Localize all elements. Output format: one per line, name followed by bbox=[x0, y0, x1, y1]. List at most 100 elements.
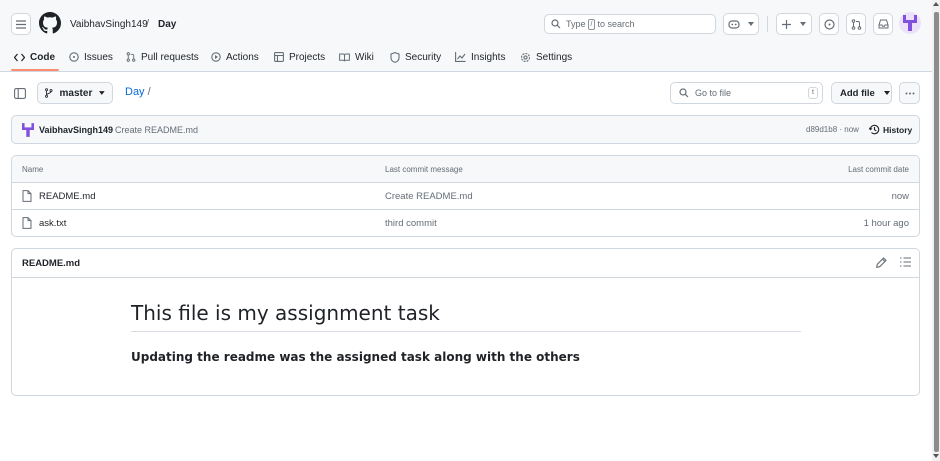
file-table-header: Name Last commit message Last commit dat… bbox=[12, 156, 919, 183]
app-header: VaibhavSingh149 / Day Type / to search C… bbox=[0, 0, 932, 72]
sidebar-expand-icon bbox=[14, 87, 26, 99]
tab-pull-requests[interactable]: Pull requests bbox=[126, 48, 199, 66]
copilot-button[interactable] bbox=[723, 13, 759, 35]
hamburger-icon bbox=[16, 19, 26, 29]
search-icon bbox=[679, 88, 689, 98]
go-to-file-shortcut-key: t bbox=[808, 87, 818, 99]
chevron-down-icon bbox=[748, 22, 754, 26]
play-icon bbox=[211, 52, 221, 62]
history-label: History bbox=[883, 124, 913, 135]
tab-label: Security bbox=[405, 51, 442, 63]
tab-projects[interactable]: Projects bbox=[274, 48, 325, 66]
search-icon bbox=[551, 19, 561, 29]
global-bar: VaibhavSingh149 / Day Type / to search bbox=[0, 8, 932, 40]
pull-request-icon bbox=[126, 52, 136, 62]
table-icon bbox=[274, 52, 284, 62]
tab-settings[interactable]: Settings bbox=[520, 48, 572, 66]
file-name-link[interactable]: ask.txt bbox=[39, 218, 66, 229]
commit-sha-time[interactable]: d89d1b8 · now bbox=[806, 125, 859, 134]
table-row[interactable]: ask.txt third commit 1 hour ago bbox=[12, 210, 919, 236]
file-table: Name Last commit message Last commit dat… bbox=[11, 155, 920, 237]
pencil-icon[interactable] bbox=[876, 257, 887, 268]
readme-heading: This file is my assignment task bbox=[131, 301, 801, 332]
divider bbox=[767, 16, 768, 32]
chevron-down-icon bbox=[800, 22, 806, 26]
file-icon bbox=[22, 190, 32, 202]
tab-code[interactable]: Code bbox=[14, 48, 55, 66]
your-pull-requests-button[interactable] bbox=[846, 13, 866, 35]
tab-label: Issues bbox=[84, 51, 113, 63]
repo-link[interactable]: Day bbox=[158, 19, 176, 30]
readme-panel: README.md This file is my assignment tas… bbox=[11, 248, 920, 396]
go-to-file-placeholder: Go to file bbox=[695, 88, 732, 98]
owner-link[interactable]: VaibhavSingh149 bbox=[70, 19, 148, 30]
file-tree-toggle-button[interactable] bbox=[10, 84, 30, 102]
user-avatar[interactable] bbox=[899, 12, 921, 34]
tab-label: Insights bbox=[471, 51, 506, 63]
column-last-commit-date: Last commit date bbox=[848, 165, 909, 174]
repo-nav: Code Issues Pull requests Actions Projec… bbox=[0, 42, 932, 72]
more-options-button[interactable] bbox=[899, 82, 920, 104]
plus-icon bbox=[782, 19, 791, 29]
chevron-down-icon bbox=[99, 91, 105, 95]
commit-message-link[interactable]: Create README.md bbox=[115, 125, 198, 135]
shield-icon bbox=[390, 51, 400, 63]
commit-author-link[interactable]: VaibhavSingh149 bbox=[39, 125, 113, 135]
tab-issues[interactable]: Issues bbox=[69, 48, 113, 66]
tab-security[interactable]: Security bbox=[390, 48, 441, 66]
inbox-icon bbox=[878, 19, 888, 29]
github-logo-icon[interactable] bbox=[39, 12, 61, 34]
issue-icon bbox=[823, 18, 835, 30]
readme-title-link[interactable]: README.md bbox=[22, 258, 80, 269]
path-repo-link[interactable]: Day bbox=[125, 86, 145, 98]
add-file-label: Add file bbox=[840, 87, 875, 99]
create-new-button[interactable] bbox=[776, 13, 812, 35]
tab-label: Pull requests bbox=[141, 51, 199, 63]
file-commit-date: 1 hour ago bbox=[863, 218, 909, 229]
git-branch-icon bbox=[45, 88, 53, 98]
issue-icon bbox=[69, 52, 79, 62]
table-row[interactable]: README.md Create README.md now bbox=[12, 183, 919, 210]
avatar-identicon-icon bbox=[903, 15, 917, 31]
file-commit-date: now bbox=[891, 191, 909, 202]
commit-author-avatar-icon[interactable] bbox=[22, 123, 34, 137]
branch-name: master bbox=[59, 87, 93, 99]
column-last-commit-message: Last commit message bbox=[385, 165, 463, 174]
history-button[interactable]: History bbox=[869, 124, 912, 135]
file-commit-message-link[interactable]: Create README.md bbox=[385, 191, 473, 202]
tab-wiki[interactable]: Wiki bbox=[339, 48, 374, 66]
file-commit-message-link[interactable]: third commit bbox=[385, 218, 437, 229]
kebab-horizontal-icon bbox=[905, 92, 914, 94]
tab-label: Wiki bbox=[355, 51, 374, 63]
search-suffix: to search bbox=[597, 19, 635, 29]
add-file-button[interactable]: Add file bbox=[831, 82, 892, 104]
tab-label: Actions bbox=[226, 51, 259, 63]
path-separator: / bbox=[147, 86, 151, 98]
file-name-link[interactable]: README.md bbox=[39, 191, 95, 202]
file-icon bbox=[22, 217, 32, 229]
branch-selector-button[interactable]: master bbox=[37, 82, 113, 104]
search-prefix: Type bbox=[566, 19, 586, 29]
search-input[interactable]: Type / to search bbox=[544, 14, 716, 34]
tab-label: Code bbox=[30, 51, 55, 63]
go-to-file-input[interactable]: Go to file t bbox=[670, 82, 823, 104]
file-path-breadcrumb: Day / bbox=[125, 86, 151, 98]
active-tab-indicator bbox=[11, 69, 59, 71]
chevron-down-icon bbox=[883, 91, 890, 95]
code-icon bbox=[14, 53, 25, 61]
scroll-up-arrow-icon[interactable] bbox=[933, 2, 939, 6]
tab-actions[interactable]: Actions bbox=[211, 48, 259, 66]
graph-icon bbox=[455, 52, 466, 62]
tab-label: Settings bbox=[536, 51, 573, 63]
menu-button[interactable] bbox=[11, 13, 31, 35]
page-scrollbar[interactable] bbox=[932, 0, 940, 461]
outline-list-icon[interactable] bbox=[900, 257, 911, 267]
scrollbar-thumb[interactable] bbox=[934, 12, 939, 452]
inbox-button[interactable] bbox=[873, 13, 893, 35]
readme-paragraph: Updating the readme was the assigned tas… bbox=[131, 350, 580, 364]
pull-request-icon bbox=[851, 18, 861, 30]
copilot-icon bbox=[728, 20, 740, 29]
scroll-down-arrow-icon[interactable] bbox=[933, 454, 939, 458]
tab-insights[interactable]: Insights bbox=[455, 48, 505, 66]
your-issues-button[interactable] bbox=[819, 13, 839, 35]
